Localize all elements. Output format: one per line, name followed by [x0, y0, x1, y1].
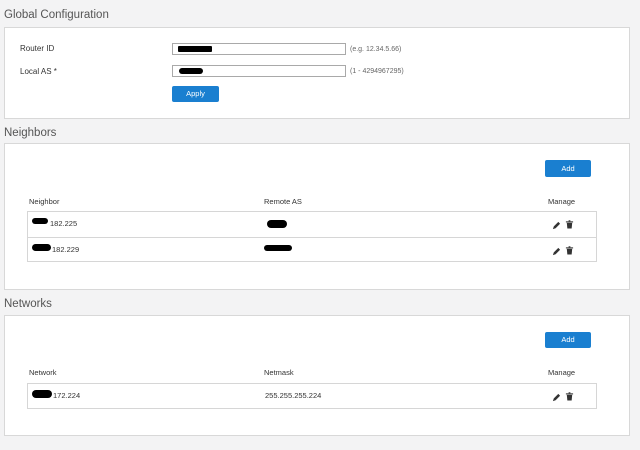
networks-panel: Add Network Netmask Manage 172.224 255.2… [4, 315, 630, 436]
table-row: 172.224 255.255.255.224 [28, 384, 596, 408]
global-config-title: Global Configuration [4, 9, 109, 21]
netmask-value: 255.255.255.224 [265, 391, 322, 400]
trash-icon[interactable] [565, 392, 574, 401]
global-config-panel: Router ID (e.g. 12.34.5.66) Local AS * (… [4, 27, 630, 119]
trash-icon[interactable] [565, 246, 574, 255]
column-header-remote-as: Remote AS [264, 197, 302, 206]
redacted-value [32, 244, 51, 251]
column-header-neighbor: Neighbor [29, 197, 60, 206]
neighbors-table: 182.225 182.229 [27, 211, 597, 262]
column-header-netmask: Netmask [264, 368, 294, 377]
router-id-label: Router ID [20, 44, 55, 53]
redacted-value [264, 245, 292, 251]
networks-title: Networks [4, 298, 52, 310]
neighbor-address: 182.229 [52, 245, 80, 254]
local-as-label: Local AS * [20, 67, 57, 76]
networks-table: 172.224 255.255.255.224 [27, 383, 597, 409]
column-header-network: Network [29, 368, 57, 377]
local-as-hint: (1 - 4294967295) [350, 68, 404, 75]
neighbor-address: 182.225 [50, 219, 78, 228]
pencil-icon[interactable] [552, 247, 561, 256]
redacted-value [267, 220, 287, 228]
neighbors-title: Neighbors [4, 127, 57, 139]
neighbors-panel: Add Neighbor Remote AS Manage 182.225 18… [4, 143, 630, 290]
redacted-value [32, 390, 52, 398]
apply-button[interactable]: Apply [172, 86, 219, 102]
router-id-hint: (e.g. 12.34.5.66) [350, 46, 402, 53]
add-network-button[interactable]: Add [545, 332, 591, 348]
table-row: 182.229 [28, 237, 596, 262]
redacted-value [32, 218, 48, 224]
network-address: 172.224 [53, 391, 81, 400]
local-as-input[interactable] [172, 65, 346, 77]
pencil-icon[interactable] [552, 393, 561, 402]
trash-icon[interactable] [565, 220, 574, 229]
table-row: 182.225 [28, 212, 596, 237]
add-neighbor-button[interactable]: Add [545, 160, 591, 177]
column-header-manage: Manage [548, 368, 576, 377]
router-id-input[interactable] [172, 43, 346, 55]
redacted-value [178, 46, 212, 52]
column-header-manage: Manage [548, 197, 576, 206]
redacted-value [179, 68, 203, 74]
pencil-icon[interactable] [552, 221, 561, 230]
